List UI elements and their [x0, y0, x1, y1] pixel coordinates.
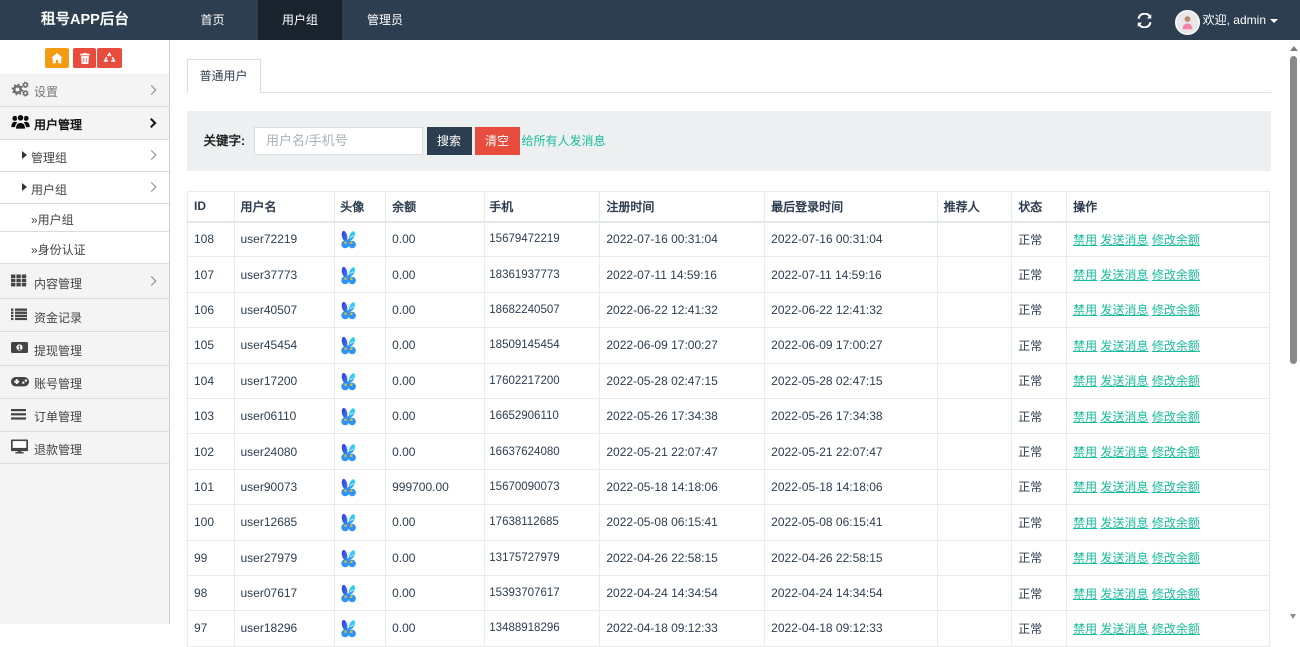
svg-text:1: 1: [18, 345, 22, 352]
